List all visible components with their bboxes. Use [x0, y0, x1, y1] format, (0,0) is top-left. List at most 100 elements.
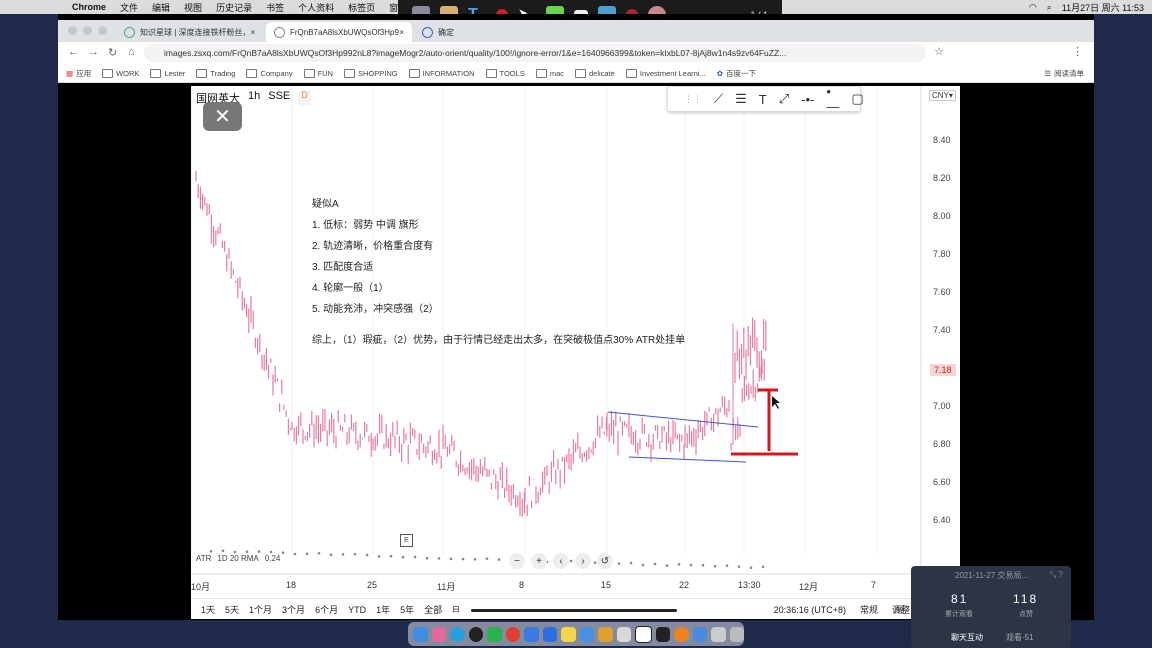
tab-watching[interactable]: 观看·51	[1006, 632, 1034, 643]
menu-tabs[interactable]: 标签页	[348, 1, 375, 14]
scroll-right-icon[interactable]: ›	[575, 553, 591, 569]
range-ytd[interactable]: YTD	[348, 605, 366, 615]
bookmark-apps[interactable]: ▦ 应用	[66, 68, 91, 79]
app-name[interactable]: Chrome	[72, 2, 106, 12]
wechat-icon[interactable]	[487, 626, 502, 642]
text-icon[interactable]: T	[759, 92, 767, 107]
horizontal-line-icon[interactable]: -•-	[801, 92, 814, 107]
date-range-icon[interactable]: ⊟	[452, 604, 460, 615]
lark-icon[interactable]	[524, 626, 539, 642]
bookmark-folder[interactable]: Company	[246, 68, 293, 78]
atr-point	[365, 553, 369, 557]
safari-icon[interactable]	[450, 626, 465, 642]
game-icon[interactable]	[598, 626, 613, 642]
bookmark-folder[interactable]: INFORMATION	[408, 68, 475, 78]
currency-selector[interactable]: CNY▾	[929, 90, 956, 101]
ray-icon[interactable]: ⤢	[779, 91, 789, 107]
notes-icon[interactable]	[561, 626, 576, 642]
notion-icon[interactable]	[635, 625, 652, 643]
bookmark-folder[interactable]: Investment Learni...	[625, 68, 706, 78]
finder-icon[interactable]	[413, 626, 428, 642]
percent-toggle[interactable]: %	[896, 605, 904, 615]
atr-legend[interactable]: ATR 1D 20 RMA 0.24	[196, 554, 280, 563]
chrome-icon[interactable]	[505, 626, 520, 642]
launchpad-icon[interactable]	[431, 626, 446, 642]
forward-icon[interactable]: →	[88, 46, 99, 58]
atr-point	[293, 552, 297, 556]
window-controls[interactable]	[68, 26, 107, 35]
address-bar[interactable]: images.zsxq.com/FrQnB7aA8lsXbUWQsOf3Hp99…	[144, 44, 926, 62]
back-icon[interactable]: ←	[68, 46, 79, 58]
atr-point	[617, 562, 621, 565]
app-grid-icon[interactable]	[579, 626, 594, 642]
collapse-icon[interactable]: ⤡ ?	[1050, 570, 1063, 580]
tab-favicon-icon	[274, 26, 285, 38]
clock[interactable]: 11月27日 周六 11:53	[1062, 1, 1144, 14]
range-1d[interactable]: 1天	[201, 603, 215, 616]
close-viewer-button[interactable]: ✕	[203, 102, 242, 131]
menu-file[interactable]: 文件	[120, 1, 138, 14]
range-3m[interactable]: 3个月	[282, 603, 305, 616]
rectangle-icon[interactable]: ▢	[851, 91, 863, 107]
zoom-out-icon[interactable]: −	[509, 553, 525, 569]
range-6m[interactable]: 6个月	[315, 603, 338, 616]
qq-icon[interactable]	[468, 626, 483, 642]
atr-point	[209, 549, 213, 553]
mail-icon[interactable]	[542, 626, 557, 642]
bookmark-folder[interactable]: Lester	[150, 68, 185, 78]
stock-chart[interactable]: 国网英大 1h SSE D ✕ ⋮⋮ ⟋ ☰ T ⤢ -•- •— ▢ CNY▾…	[191, 86, 960, 619]
channel-icon[interactable]: ☰	[735, 91, 747, 107]
event-marker[interactable]: E	[400, 534, 413, 547]
bookmark-folder[interactable]: Trading	[196, 68, 235, 78]
scroll-left-icon[interactable]: ‹	[553, 553, 569, 569]
range-1y[interactable]: 1年	[376, 603, 390, 616]
preview-icon[interactable]	[711, 626, 726, 642]
trend-line-icon[interactable]: ⟋	[714, 91, 723, 107]
range-all[interactable]: 全部	[424, 603, 442, 616]
menu-edit[interactable]: 编辑	[152, 1, 170, 14]
photos-icon[interactable]	[616, 626, 631, 642]
range-1m[interactable]: 1个月	[249, 603, 272, 616]
reset-icon[interactable]: ↺	[597, 553, 613, 569]
drag-handle-icon[interactable]: ⋮⋮	[684, 94, 702, 105]
reading-list[interactable]: ☰ 阅读清单	[1044, 68, 1084, 79]
star-icon[interactable]: ☆	[934, 45, 944, 58]
horizontal-ray-icon[interactable]: •—	[826, 86, 839, 114]
reload-icon[interactable]: ↻	[108, 46, 117, 59]
interval[interactable]: 1h	[248, 90, 260, 106]
zoom-in-icon[interactable]: +	[531, 553, 547, 569]
bookmark-folder[interactable]: SHOPPING	[343, 68, 398, 78]
bookmark-folder[interactable]: delicate	[575, 68, 615, 78]
tab-chat[interactable]: 聊天互动	[951, 632, 983, 643]
screen-icon[interactable]	[692, 626, 707, 642]
menu-profile[interactable]: 个人资料	[298, 1, 334, 14]
bookmark-folder[interactable]: mac	[535, 68, 564, 78]
x-tick-label: 15	[601, 580, 612, 590]
recorder-icon[interactable]	[674, 626, 689, 642]
range-5d[interactable]: 5天	[225, 603, 239, 616]
terminal-icon[interactable]	[655, 626, 670, 642]
menu-history[interactable]: 历史记录	[216, 1, 252, 14]
menu-dots-icon[interactable]: ⋮	[1072, 45, 1083, 58]
close-tab-icon[interactable]: ×	[399, 28, 404, 37]
menu-view[interactable]: 视图	[184, 1, 202, 14]
tab-third[interactable]: 确定	[414, 22, 554, 42]
search-icon[interactable]: ⌕	[1047, 2, 1052, 13]
bookmark-folder[interactable]: WORK	[102, 68, 139, 78]
bookmark-folder[interactable]: FUN	[303, 68, 333, 78]
session-mode[interactable]: 常规	[860, 603, 878, 616]
y-tick-label: 6.40	[933, 515, 951, 525]
horizontal-scrollbar[interactable]	[471, 609, 677, 612]
bookmark-baidu[interactable]: ✿ 百度一下	[717, 68, 756, 79]
close-tab-icon[interactable]: ×	[251, 28, 256, 37]
trash-icon[interactable]	[729, 626, 744, 642]
range-5y[interactable]: 5年	[400, 603, 414, 616]
x-tick-label: 22	[679, 580, 690, 590]
menu-bookmarks[interactable]: 书签	[266, 1, 284, 14]
home-icon[interactable]: ⌂	[128, 46, 135, 58]
x-tick-label: 10月	[191, 582, 211, 592]
wifi-icon[interactable]: ◠	[1029, 2, 1037, 13]
bookmark-folder[interactable]: TOOLS	[485, 68, 525, 78]
tab-image[interactable]: FrQnB7aA8lsXbUWQsOf3Hp9 ×	[266, 22, 412, 42]
tab-zsxq[interactable]: 知识星球 | 深度连接铁杆粉丝， ×	[116, 22, 262, 42]
